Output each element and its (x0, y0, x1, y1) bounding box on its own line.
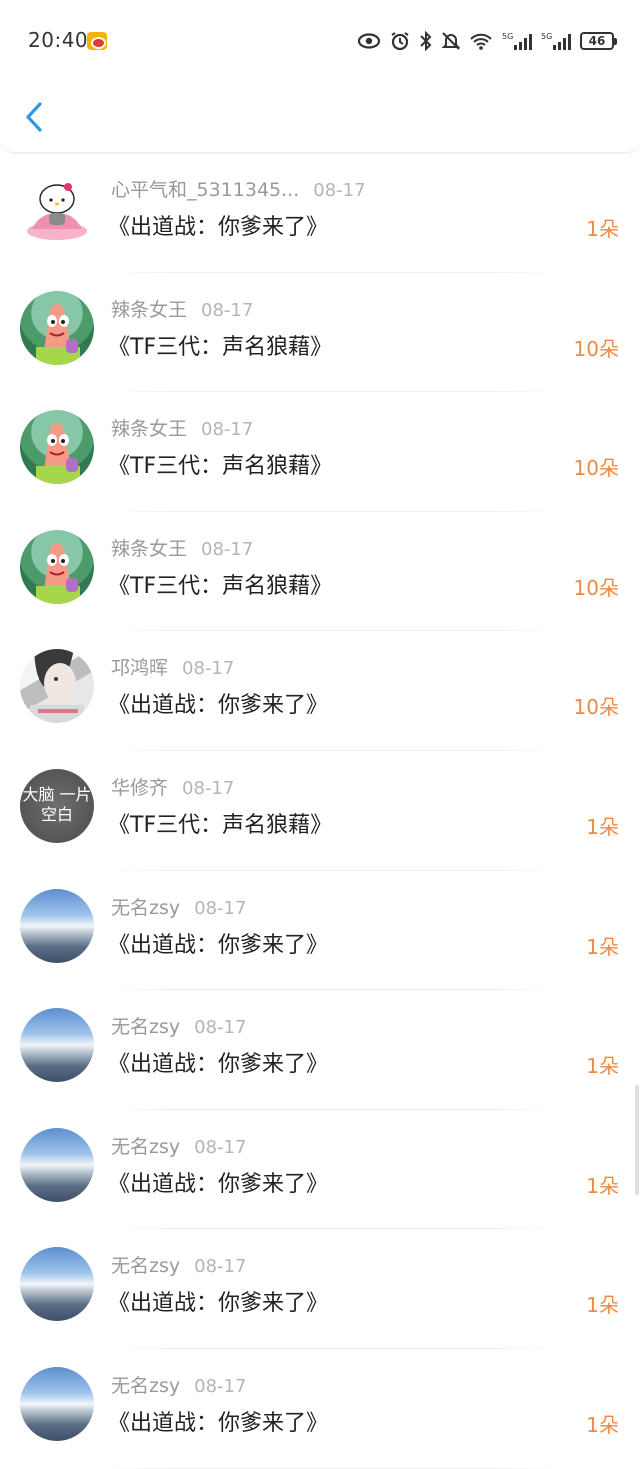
date-text: 08-17 (194, 897, 247, 919)
date-text: 08-17 (194, 1017, 247, 1039)
list-item[interactable]: 心平气和_5311345... 08-17 《出道战：你爹来了》 1朵 (0, 153, 640, 273)
flower-count: 10朵 (573, 456, 619, 481)
user-name[interactable]: 华修齐 08-17 (111, 773, 234, 800)
wifi-icon (470, 33, 492, 50)
flower-count: 1朵 (586, 934, 619, 959)
avatar[interactable] (20, 410, 94, 485)
eye-icon (357, 33, 381, 49)
user-name[interactable]: 无名zsy 08-17 (111, 1371, 246, 1398)
avatar[interactable] (20, 290, 94, 365)
flower-count: 10朵 (573, 336, 619, 361)
svg-text:5G: 5G (502, 32, 513, 41)
avatar[interactable] (20, 1247, 94, 1322)
user-name[interactable]: 心平气和_5311345... 08-17 (111, 175, 366, 202)
date-text: 08-17 (194, 1256, 247, 1278)
flower-count: 1朵 (586, 814, 619, 839)
work-title: 《出道战：你爹来了》 (108, 693, 329, 719)
date-text: 08-17 (201, 299, 254, 321)
avatar[interactable]: 大脑 一片空白 (20, 768, 94, 843)
chevron-left-icon (26, 102, 42, 132)
work-title: 《出道战：你爹来了》 (108, 1291, 329, 1317)
work-title: 《TF三代：声名狼藉》 (108, 334, 333, 360)
flower-count: 1朵 (586, 1293, 619, 1318)
work-title: 《TF三代：声名狼藉》 (108, 454, 333, 480)
work-title: 《出道战：你爹来了》 (108, 1410, 329, 1436)
svg-text:5G: 5G (541, 32, 552, 41)
user-name-text: 华修齐 (111, 776, 169, 799)
work-title: 《出道战：你爹来了》 (108, 1171, 329, 1197)
date-text: 08-17 (201, 538, 254, 560)
date-text: 08-17 (194, 1375, 247, 1397)
user-name[interactable]: 无名zsy 08-17 (111, 1132, 246, 1159)
flower-count: 1朵 (586, 217, 619, 241)
alarm-icon (391, 32, 409, 51)
list-item[interactable]: 无名zsy 08-17 《出道战：你爹来了》 1朵 (0, 1349, 640, 1469)
user-name[interactable]: 邛鸿晖 08-17 (111, 653, 234, 680)
divider (108, 1467, 558, 1469)
user-name-text: 无名zsy (111, 1374, 181, 1397)
battery-icon: 46 (580, 32, 617, 50)
work-title: 《TF三代：声名狼藉》 (108, 812, 333, 838)
flower-count: 1朵 (586, 1173, 619, 1198)
date-text: 08-17 (182, 777, 235, 799)
status-time: 20:40 (28, 28, 89, 52)
header (0, 80, 640, 153)
list-item[interactable]: 无名zsy 08-17 《出道战：你爹来了》 1朵 (0, 1229, 640, 1349)
user-name-text: 辣条女王 (111, 418, 188, 441)
signal-5g-icon: 5G (541, 32, 571, 50)
list-item[interactable]: 辣条女王 08-17 《TF三代：声名狼藉》 10朵 (0, 512, 640, 632)
status-icons: 5G 5G 46 (357, 30, 617, 52)
work-title: 《出道战：你爹来了》 (108, 932, 329, 958)
scroll-indicator[interactable] (635, 1085, 639, 1195)
date-text: 08-17 (182, 658, 235, 680)
date-text: 08-17 (194, 1136, 247, 1158)
user-name[interactable]: 无名zsy 08-17 (111, 1251, 246, 1278)
user-name[interactable]: 辣条女王 08-17 (111, 414, 253, 441)
user-name[interactable]: 无名zsy 08-17 (111, 893, 246, 920)
avatar[interactable] (20, 888, 94, 963)
flower-count: 1朵 (586, 1412, 619, 1437)
user-name[interactable]: 无名zsy 08-17 (111, 1012, 246, 1039)
list-item[interactable]: 无名zsy 08-17 《出道战：你爹来了》 1朵 (0, 1110, 640, 1230)
user-name-text: 邛鸿晖 (111, 657, 169, 680)
user-name[interactable]: 辣条女王 08-17 (111, 534, 253, 561)
weibo-icon (87, 32, 107, 50)
list-item[interactable]: 大脑 一片空白 华修齐 08-17 《TF三代：声名狼藉》 1朵 (0, 751, 640, 871)
flower-count: 10朵 (573, 575, 619, 600)
list-item[interactable]: 邛鸿晖 08-17 《出道战：你爹来了》 10朵 (0, 631, 640, 751)
status-bar: 20:40 5G 5G 46 (0, 0, 640, 80)
work-title: 《出道战：你爹来了》 (108, 215, 329, 240)
work-title: 《TF三代：声名狼藉》 (108, 573, 333, 599)
list-item[interactable]: 辣条女王 08-17 《TF三代：声名狼藉》 10朵 (0, 392, 640, 512)
flower-count: 10朵 (573, 695, 619, 720)
avatar[interactable] (20, 649, 94, 724)
user-name-text: 无名zsy (111, 896, 181, 919)
list-item[interactable]: 无名zsy 08-17 《出道战：你爹来了》 1朵 (0, 871, 640, 991)
user-name-text: 辣条女王 (111, 298, 188, 321)
user-name-text: 辣条女王 (111, 537, 188, 560)
bluetooth-icon (420, 31, 432, 51)
mute-icon (442, 32, 460, 50)
date-text: 08-17 (313, 180, 366, 201)
user-name-text: 无名zsy (111, 1016, 181, 1039)
avatar[interactable] (20, 171, 94, 245)
avatar-caption: 大脑 一片空白 (22, 784, 92, 824)
signal-5g-icon: 5G (502, 32, 532, 50)
avatar[interactable] (20, 1127, 94, 1202)
avatar[interactable] (20, 1366, 94, 1441)
list-item[interactable]: 辣条女王 08-17 《TF三代：声名狼藉》 10朵 (0, 273, 640, 393)
user-name-text: 无名zsy (111, 1255, 181, 1278)
user-name-text: 心平气和_5311345... (111, 179, 300, 201)
date-text: 08-17 (201, 419, 254, 441)
gift-list: 心平气和_5311345... 08-17 《出道战：你爹来了》 1朵 辣条女王 08-1… (0, 153, 640, 1469)
flower-count: 1朵 (586, 1054, 619, 1079)
avatar[interactable] (20, 1008, 94, 1083)
work-title: 《出道战：你爹来了》 (108, 1052, 329, 1078)
back-button[interactable] (20, 100, 48, 134)
avatar[interactable] (20, 529, 94, 604)
user-name[interactable]: 辣条女王 08-17 (111, 295, 253, 322)
list-item[interactable]: 无名zsy 08-17 《出道战：你爹来了》 1朵 (0, 990, 640, 1110)
user-name-text: 无名zsy (111, 1135, 181, 1158)
